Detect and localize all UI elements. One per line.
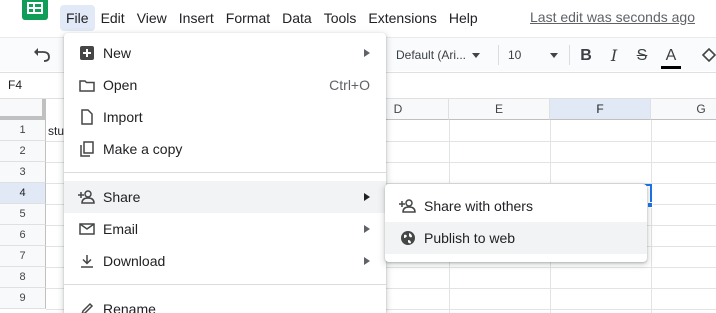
strikethrough-button[interactable]: S — [632, 46, 652, 66]
menu-data[interactable]: Data — [276, 5, 318, 31]
menu-item-rename[interactable]: Rename — [64, 293, 386, 313]
submenu-arrow-icon — [364, 193, 370, 201]
font-family-value: Default (Ari... — [396, 48, 467, 62]
menu-help[interactable]: Help — [443, 5, 484, 31]
mail-icon — [78, 220, 96, 238]
menu-item-label: New — [103, 45, 132, 61]
menu-item-download[interactable]: Download — [64, 245, 386, 277]
menu-file[interactable]: File — [60, 5, 95, 31]
fill-color-icon[interactable] — [700, 46, 716, 64]
column-header-g[interactable]: G — [651, 99, 716, 120]
submenu-arrow-icon — [364, 49, 370, 57]
name-box[interactable]: F4 — [8, 78, 22, 92]
shortcut-label: Ctrl+O — [329, 77, 370, 93]
menu-item-label: Email — [103, 221, 139, 237]
pencil-icon — [78, 300, 96, 313]
menu-view[interactable]: View — [131, 5, 173, 31]
menu-bar: File Edit View Insert Format Data Tools … — [60, 4, 484, 32]
column-header-f[interactable]: F — [550, 99, 651, 120]
menu-format[interactable]: Format — [220, 5, 276, 31]
file-icon — [78, 108, 96, 126]
menu-item-label: Import — [103, 109, 143, 125]
menu-insert[interactable]: Insert — [173, 5, 220, 31]
folder-icon — [78, 76, 96, 94]
row-header-8[interactable]: 8 — [0, 267, 46, 288]
new-sheet-icon — [78, 44, 96, 62]
chevron-down-icon — [472, 52, 481, 58]
file-menu-dropdown: New Open Ctrl+O Import Make a copy Share… — [64, 33, 386, 313]
undo-icon[interactable] — [33, 46, 53, 64]
row-header-9[interactable]: 9 — [0, 288, 46, 309]
row-header-3[interactable]: 3 — [0, 162, 46, 183]
row-header-4[interactable]: 4 — [0, 183, 46, 204]
last-edit-link[interactable]: Last edit was seconds ago — [530, 9, 695, 25]
fill-handle[interactable] — [647, 202, 653, 208]
font-family-select[interactable]: Default (Ari... — [396, 46, 488, 64]
submenu-arrow-icon — [364, 225, 370, 233]
toolbar-divider — [498, 45, 499, 65]
person-add-icon — [78, 188, 96, 206]
menu-item-label: Share with others — [424, 198, 533, 214]
menu-item-open[interactable]: Open Ctrl+O — [64, 69, 386, 101]
menu-divider — [64, 172, 386, 173]
menu-item-label: Download — [103, 253, 166, 269]
menu-item-label: Rename — [103, 301, 156, 313]
menu-divider — [64, 284, 386, 285]
submenu-arrow-icon — [364, 257, 370, 265]
menu-item-label: Open — [103, 77, 138, 93]
copy-icon — [78, 140, 96, 158]
menu-item-email[interactable]: Email — [64, 213, 386, 245]
column-header-e[interactable]: E — [449, 99, 550, 120]
italic-button[interactable]: I — [604, 46, 624, 66]
menu-item-label: Make a copy — [103, 141, 183, 157]
menu-item-label: Share — [103, 189, 141, 205]
menu-item-share[interactable]: Share — [64, 181, 386, 213]
grid-line — [651, 120, 652, 313]
menu-edit[interactable]: Edit — [95, 5, 131, 31]
menu-item-label: Publish to web — [424, 230, 516, 246]
select-all-corner[interactable] — [0, 99, 46, 120]
submenu-item-share-with-others[interactable]: Share with others — [385, 190, 647, 222]
row-header-5[interactable]: 5 — [0, 204, 46, 225]
row-header-1[interactable]: 1 — [0, 120, 46, 141]
toolbar-divider — [569, 45, 570, 65]
menu-item-make-a-copy[interactable]: Make a copy — [64, 133, 386, 165]
person-add-icon — [399, 197, 417, 215]
cell-a1-text: stu — [48, 124, 65, 138]
sheets-logo-icon[interactable] — [22, 0, 48, 20]
menu-item-new[interactable]: New — [64, 37, 386, 69]
bold-button[interactable]: B — [576, 46, 596, 66]
text-color-button[interactable]: A — [661, 46, 681, 69]
menu-tools[interactable]: Tools — [318, 5, 363, 31]
chevron-down-icon — [550, 53, 558, 58]
sheets-window: File Edit View Insert Format Data Tools … — [0, 0, 716, 313]
globe-icon — [399, 229, 417, 247]
row-header-6[interactable]: 6 — [0, 225, 46, 246]
download-icon — [78, 252, 96, 270]
share-submenu: Share with others Publish to web — [385, 184, 647, 262]
row-header-2[interactable]: 2 — [0, 141, 46, 162]
font-size-select[interactable]: 10 — [508, 46, 560, 64]
row-header-7[interactable]: 7 — [0, 246, 46, 267]
menu-extensions[interactable]: Extensions — [362, 5, 442, 31]
menu-item-import[interactable]: Import — [64, 101, 386, 133]
font-size-value: 10 — [508, 48, 522, 62]
submenu-item-publish-to-web[interactable]: Publish to web — [385, 222, 647, 254]
